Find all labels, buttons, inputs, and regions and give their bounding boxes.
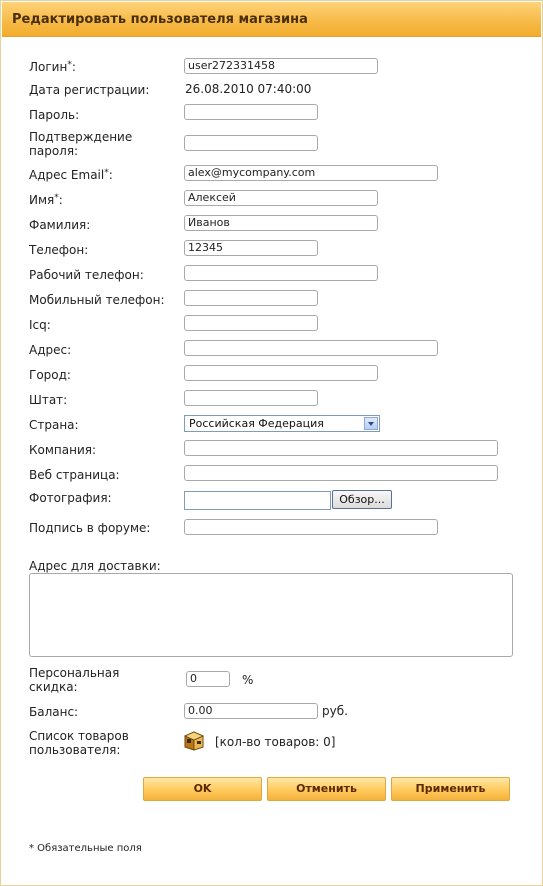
website-input[interactable] xyxy=(184,465,498,481)
email-label: Адрес Email*: xyxy=(29,168,113,182)
window-title: Редактировать пользователя магазина xyxy=(12,12,308,27)
city-input[interactable] xyxy=(184,365,378,381)
country-select[interactable]: Российская Федерация xyxy=(184,415,380,432)
city-label: Город: xyxy=(29,368,71,382)
mobile-phone-input[interactable] xyxy=(184,290,318,306)
company-label: Компания: xyxy=(29,443,97,457)
ok-button[interactable]: OK xyxy=(143,777,262,801)
photo-label: Фотография: xyxy=(29,491,112,505)
state-label: Штат: xyxy=(29,393,68,407)
work-phone-label: Рабочий телефон: xyxy=(29,268,144,282)
password-confirm-label: Подтверждение пароля: xyxy=(29,130,133,158)
balance-input[interactable]: 0.00 xyxy=(184,703,318,719)
phone-label: Телефон: xyxy=(29,243,89,257)
email-input[interactable]: alex@mycompany.com xyxy=(184,165,438,181)
country-select-value: Российская Федерация xyxy=(189,417,324,430)
photo-file-input[interactable] xyxy=(184,491,331,510)
products-label: Список товаров пользователя: xyxy=(29,729,129,757)
company-input[interactable] xyxy=(184,440,498,456)
login-label: Логин*: xyxy=(29,60,76,74)
state-input[interactable] xyxy=(184,390,318,406)
cancel-button[interactable]: Отменить xyxy=(267,777,386,801)
title-bar: Редактировать пользователя магазина xyxy=(2,2,541,37)
balance-unit: руб. xyxy=(322,704,348,718)
icq-input[interactable] xyxy=(184,315,318,331)
products-box-icon[interactable] xyxy=(183,729,205,751)
last-name-label: Фамилия: xyxy=(29,218,91,232)
address-input[interactable] xyxy=(184,340,438,356)
required-fields-note: * Обязательные поля xyxy=(29,843,142,854)
address-label: Адрес: xyxy=(29,343,72,357)
balance-label: Баланс: xyxy=(29,705,79,719)
forum-signature-input[interactable] xyxy=(184,519,438,535)
password-label: Пароль: xyxy=(29,108,80,122)
reg-date-value: 26.08.2010 07:40:00 xyxy=(185,82,312,96)
delivery-address-label: Адрес для доставки: xyxy=(29,559,161,573)
last-name-input[interactable]: Иванов xyxy=(184,215,378,231)
mobile-phone-label: Мобильный телефон: xyxy=(29,293,165,307)
website-label: Веб страница: xyxy=(29,468,120,482)
first-name-label: Имя*: xyxy=(29,193,63,207)
products-count: [кол-во товаров: 0] xyxy=(215,735,336,749)
login-input[interactable]: user272331458 xyxy=(184,58,378,74)
work-phone-input[interactable] xyxy=(184,265,378,281)
discount-input[interactable]: 0 xyxy=(186,671,230,687)
country-label: Страна: xyxy=(29,418,79,432)
password-input[interactable] xyxy=(184,104,318,120)
phone-input[interactable]: 12345 xyxy=(184,240,318,256)
password-confirm-input[interactable] xyxy=(184,135,318,151)
icq-label: Icq: xyxy=(29,318,51,332)
chevron-down-icon[interactable] xyxy=(364,417,378,430)
delivery-address-textarea[interactable] xyxy=(29,573,513,657)
browse-button[interactable]: Обзор... xyxy=(332,490,392,509)
forum-signature-label: Подпись в форуме: xyxy=(29,521,151,535)
apply-button[interactable]: Применить xyxy=(391,777,510,801)
reg-date-label: Дата регистрации: xyxy=(29,83,150,97)
discount-label: Персональная скидка: xyxy=(29,666,120,694)
discount-unit: % xyxy=(242,673,254,687)
first-name-input[interactable]: Алексей xyxy=(184,190,378,206)
